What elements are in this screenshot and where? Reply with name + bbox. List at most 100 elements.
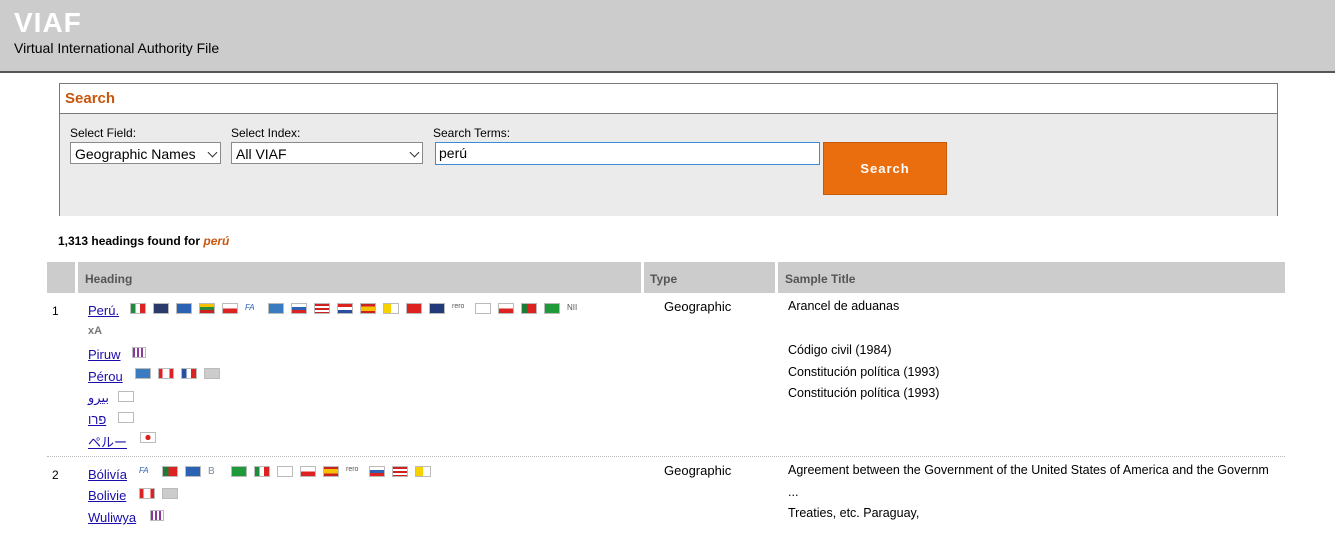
search-panel-body: Select Field: Geographic Names Select In… — [60, 113, 1277, 216]
slovakia-flag-icon[interactable] — [291, 302, 307, 314]
select-index-label: Select Index: — [231, 126, 301, 140]
israel-flag-icon[interactable] — [118, 390, 134, 402]
fast-icon[interactable]: FA — [245, 303, 261, 314]
france-flag-icon[interactable] — [181, 367, 197, 379]
japan-flag-icon[interactable] — [140, 431, 156, 443]
heading-link[interactable]: ペルー — [88, 432, 127, 451]
israel-flag-icon[interactable] — [118, 411, 134, 423]
fast-icon[interactable]: FA — [139, 466, 155, 477]
heading-link[interactable]: Wuliwya — [88, 510, 136, 525]
chevron-down-icon — [207, 147, 218, 158]
chile-flag-icon[interactable] — [222, 302, 238, 314]
heading-link[interactable]: Piruw — [88, 347, 121, 362]
sample-title: ... — [788, 485, 799, 499]
app-header: VIAF Virtual International Authority Fil… — [0, 0, 1335, 73]
select-index-dropdown[interactable]: All VIAF — [231, 142, 423, 164]
search-panel: Search Select Field: Geographic Names Se… — [59, 83, 1278, 216]
chile-flag-icon[interactable] — [300, 465, 316, 477]
app-subtitle: Virtual International Authority File — [14, 40, 220, 56]
croatia-flag-icon[interactable] — [337, 302, 353, 314]
row-number: 1 — [52, 304, 59, 318]
source-flags: FA B rero — [139, 464, 438, 478]
nii-icon[interactable]: NII — [567, 303, 583, 314]
bibsys-icon[interactable]: B — [208, 466, 224, 477]
source-flags — [118, 410, 141, 424]
sample-title: Agreement between the Government of the … — [788, 463, 1269, 477]
israel-flag-icon[interactable] — [475, 302, 491, 314]
source-flags — [132, 345, 153, 359]
slovakia-flag-icon[interactable] — [369, 465, 385, 477]
portugal-flag-icon[interactable] — [521, 302, 537, 314]
vatican-flag-icon[interactable] — [383, 302, 399, 314]
search-button[interactable]: Search — [823, 142, 947, 195]
sample-title: Código civil (1984) — [788, 343, 892, 357]
poland-flag-icon[interactable] — [498, 302, 514, 314]
source-flags — [140, 430, 163, 444]
usa-flag-icon[interactable] — [314, 302, 330, 314]
australia-flag-icon[interactable] — [429, 302, 445, 314]
row-number: 2 — [52, 468, 59, 482]
sample-title: Constitución política (1993) — [788, 386, 940, 400]
usa-flag-icon[interactable] — [392, 465, 408, 477]
heading-link[interactable]: بيرو — [88, 390, 109, 406]
rero-icon[interactable]: rero — [452, 303, 468, 314]
select-index-value: All VIAF — [236, 146, 287, 162]
column-sample-label: Sample Title — [785, 272, 856, 286]
record-icon[interactable] — [162, 487, 178, 499]
column-heading-header[interactable]: Heading — [78, 262, 641, 293]
portugal-flag-icon[interactable] — [162, 465, 178, 477]
results-term: perú — [203, 234, 230, 248]
column-type-header[interactable]: Type — [644, 262, 775, 293]
spain-flag-icon[interactable] — [323, 465, 339, 477]
results-count-text: 1,313 headings found for — [58, 234, 201, 248]
vatican-flag-icon[interactable] — [415, 465, 431, 477]
canada-flag-icon[interactable] — [139, 487, 155, 499]
search-panel-title: Search — [65, 90, 116, 107]
heading-link[interactable]: Pérou — [88, 369, 123, 384]
source-flags — [135, 366, 227, 380]
italy-flag-icon[interactable] — [130, 302, 146, 314]
select-field-dropdown[interactable]: Geographic Names — [70, 142, 221, 164]
search-terms-input[interactable]: perú — [435, 142, 820, 165]
row-divider — [47, 456, 1285, 457]
canada-flag-icon[interactable] — [158, 367, 174, 379]
spain-flag-icon[interactable] — [360, 302, 376, 314]
lithuania-flag-icon[interactable] — [199, 302, 215, 314]
isni-icon[interactable] — [135, 367, 151, 379]
sample-title: Treaties, etc. Paraguay, — [788, 506, 920, 520]
swiss-flag-icon[interactable] — [406, 302, 422, 314]
brazil-flag-icon[interactable] — [231, 465, 247, 477]
iceland-flag-icon[interactable] — [176, 302, 192, 314]
source-flags — [139, 486, 185, 500]
heading-link[interactable]: פרו — [88, 412, 106, 427]
sample-title: Constitución política (1993) — [788, 365, 940, 379]
column-heading-label: Heading — [85, 272, 133, 286]
column-sample-header[interactable]: Sample Title — [778, 262, 1285, 293]
column-num-header — [47, 262, 75, 293]
rero-icon[interactable]: rero — [346, 466, 362, 477]
isni-icon[interactable] — [268, 302, 284, 314]
israel-flag-icon[interactable] — [277, 465, 293, 477]
dnb-icon[interactable] — [153, 302, 169, 314]
results-count: 1,313 headings found for perú — [58, 234, 229, 248]
heading-link[interactable]: Bolivie — [88, 488, 126, 503]
brazil-flag-icon[interactable] — [544, 302, 560, 314]
source-flags — [118, 389, 141, 403]
type-cell: Geographic — [664, 299, 732, 314]
viaf-logo[interactable]: VIAF — [14, 8, 82, 38]
column-type-label: Type — [650, 272, 678, 286]
heading-link[interactable]: Bólivía — [88, 467, 127, 482]
iceland-flag-icon[interactable] — [185, 465, 201, 477]
select-field-label: Select Field: — [70, 126, 137, 140]
type-cell: Geographic — [664, 463, 732, 478]
heading-link[interactable]: Perú. — [88, 303, 119, 318]
search-terms-label: Search Terms: — [433, 126, 511, 140]
source-flags: FA rero NII — [130, 301, 590, 315]
record-icon[interactable] — [204, 367, 220, 379]
italy-flag-icon[interactable] — [254, 465, 270, 477]
xa-label: xA — [88, 325, 103, 337]
wikidata-icon[interactable] — [150, 509, 164, 521]
select-field-value: Geographic Names — [75, 146, 196, 162]
chevron-down-icon — [409, 147, 420, 158]
wikidata-icon[interactable] — [132, 346, 146, 358]
